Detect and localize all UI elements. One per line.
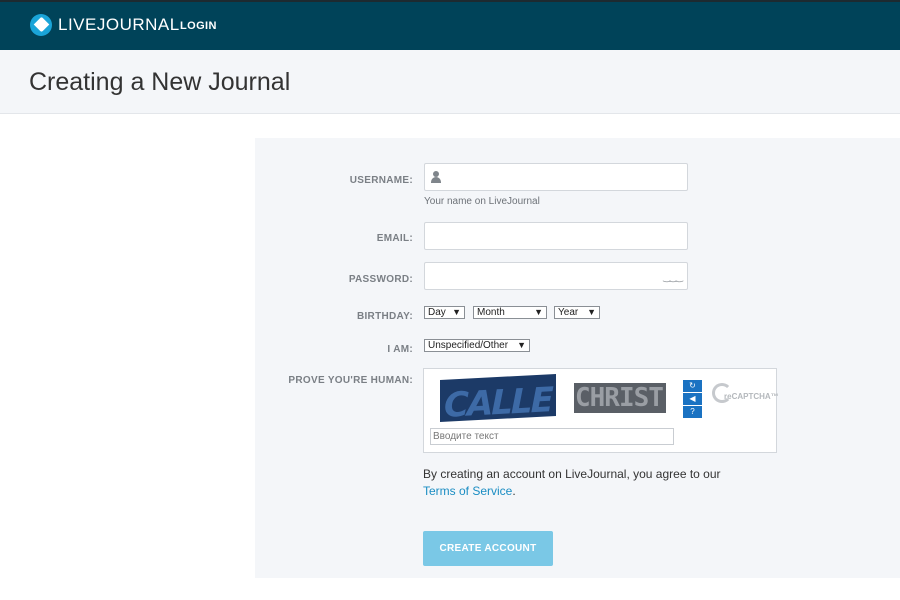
birthday-year-select[interactable]: Year ▼ [554,306,600,319]
page-title: Creating a New Journal [29,68,291,96]
gender-label: I AM: [387,344,413,355]
captcha-image-2: CHRIST [574,383,666,413]
birthday-day-select[interactable]: Day ▼ [424,306,465,319]
birthday-month-value: Month [477,307,505,318]
captcha-widget: CALLE CHRIST ↻ ◀ ? reCAPTCHA™ Вводите те… [423,368,779,453]
email-field[interactable] [424,222,688,250]
chevron-down-icon: ▼ [452,307,461,317]
email-label: EMAIL: [376,233,413,244]
brand-name: LIVEJOURNAL [58,15,180,34]
birthday-day-value: Day [428,307,446,318]
password-label: PASSWORD: [348,274,413,285]
login-link[interactable]: LOGIN [180,20,217,32]
birthday-month-select[interactable]: Month ▼ [473,306,547,319]
captcha-image-1: CALLE [440,373,556,423]
gender-value: Unspecified/Other [428,340,509,351]
terms-of-service-link[interactable]: Terms of Service [423,484,512,498]
captcha-word-2: CHRIST [575,383,664,413]
livejournal-pencil-icon [30,14,52,36]
livejournal-logo[interactable]: LIVEJOURNAL [30,14,180,36]
username-hint: Your name on LiveJournal [424,196,540,207]
recaptcha-logo-text: reCAPTCHA™ [724,392,779,401]
terms-text: By creating an account on LiveJournal, y… [423,467,721,481]
chevron-down-icon: ▼ [517,340,526,350]
refresh-captcha-icon[interactable]: ↻ [683,380,702,392]
audio-captcha-icon[interactable]: ◀ [683,393,702,405]
birthday-label: BIRTHDAY: [356,311,413,322]
signup-form-panel [255,138,900,578]
captcha-label: PROVE YOU'RE HUMAN: [288,375,413,386]
captcha-word-1: CALLE [444,380,552,423]
terms-period: . [512,484,516,498]
captcha-input[interactable]: Вводите текст [430,428,674,445]
create-account-button[interactable]: CREATE ACCOUNT [423,531,553,566]
terms-notice: By creating an account on LiveJournal, y… [423,466,783,500]
title-strip: Creating a New Journal [0,50,900,114]
top-navbar: LIVEJOURNAL LOGIN [0,0,900,50]
gender-select[interactable]: Unspecified/Other ▼ [424,339,530,352]
username-field[interactable] [424,163,688,191]
help-captcha-icon[interactable]: ? [683,406,702,418]
password-field[interactable]: ‿‿‿ [424,262,688,290]
show-password-icon[interactable]: ‿‿‿ [663,272,683,283]
birthday-year-value: Year [558,307,579,318]
chevron-down-icon: ▼ [534,307,543,317]
chevron-down-icon: ▼ [587,307,596,317]
user-icon [431,171,441,183]
username-label: USERNAME: [349,175,413,186]
